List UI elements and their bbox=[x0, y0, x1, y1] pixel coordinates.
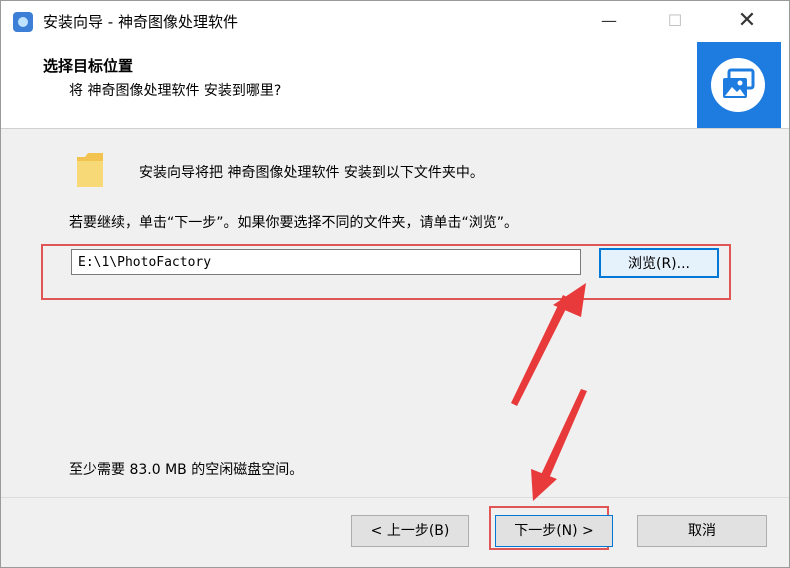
arrow-to-next bbox=[531, 389, 587, 501]
installer-window: 安装向导 - 神奇图像处理软件 — ☐ ✕ 选择目标位置 将 神奇图像处理软件 … bbox=[0, 0, 790, 568]
annotation-arrows bbox=[511, 283, 587, 501]
arrow-to-browse bbox=[511, 283, 586, 406]
